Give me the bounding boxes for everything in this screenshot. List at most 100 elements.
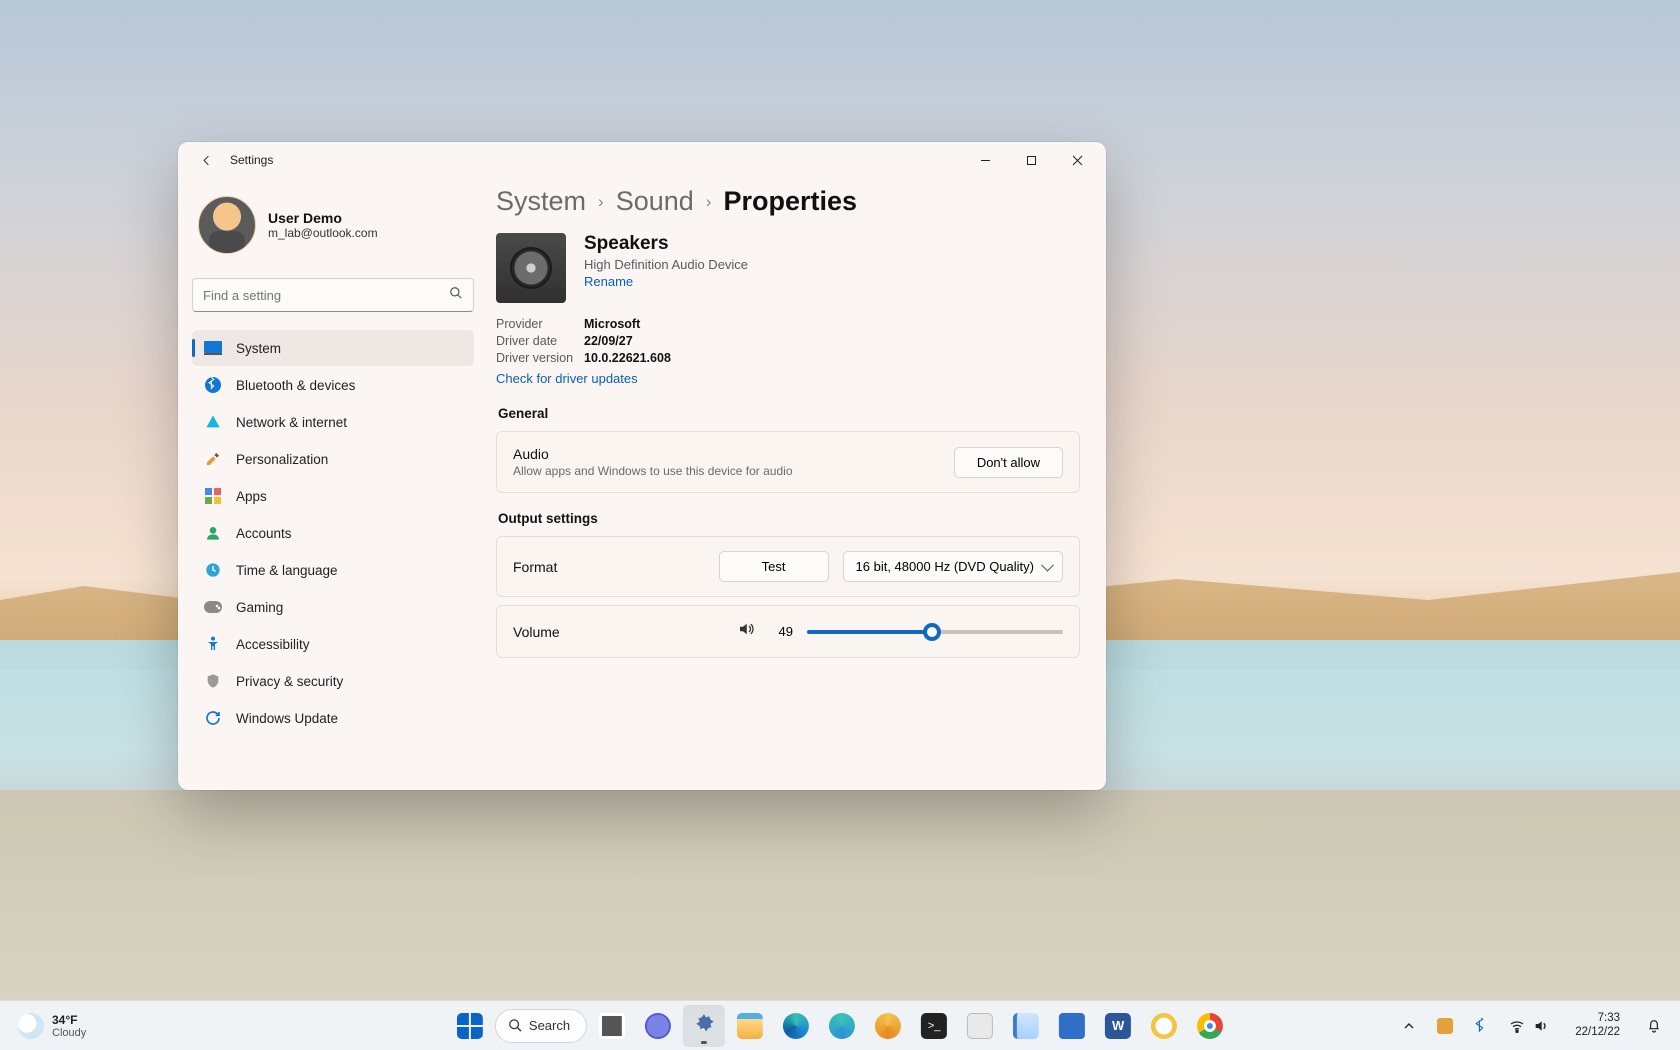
taskbar-search[interactable]: Search [495, 1009, 587, 1043]
chat-icon [645, 1013, 671, 1039]
close-icon [1072, 155, 1083, 166]
explorer-button[interactable] [729, 1005, 771, 1047]
settings-window: Settings User Demo m_lab@outlook.com [178, 142, 1106, 790]
breadcrumb-system[interactable]: System [496, 186, 586, 217]
nav-time[interactable]: Time & language [192, 552, 474, 588]
chat-button[interactable] [637, 1005, 679, 1047]
profile-name: User Demo [268, 210, 378, 226]
provider-label: Provider [496, 317, 584, 331]
maximize-button[interactable] [1008, 144, 1054, 176]
chevron-right-icon: › [598, 192, 604, 212]
format-value: 16 bit, 48000 Hz (DVD Quality) [856, 559, 1034, 574]
accessibility-icon [204, 635, 222, 653]
close-button[interactable] [1054, 144, 1100, 176]
system-tray: 7:33 22/12/22 [1393, 1006, 1670, 1046]
provider-value: Microsoft [584, 317, 1080, 331]
nav-accessibility[interactable]: Accessibility [192, 626, 474, 662]
notepad-button[interactable] [1005, 1005, 1047, 1047]
format-label: Format [513, 559, 705, 575]
volume-icon [1533, 1018, 1549, 1034]
driver-meta: Provider Microsoft Driver date 22/09/27 … [496, 317, 1080, 365]
driver-date-label: Driver date [496, 334, 584, 348]
system-icon [204, 339, 222, 357]
generic-app-icon [1059, 1013, 1085, 1039]
network-icon [204, 413, 222, 431]
maximize-icon [1026, 155, 1037, 166]
nav-personalization[interactable]: Personalization [192, 441, 474, 477]
format-card: Format Test 16 bit, 48000 Hz (DVD Qualit… [496, 536, 1080, 597]
test-button[interactable]: Test [719, 551, 829, 582]
device-header: Speakers High Definition Audio Device Re… [496, 233, 1080, 303]
weather-widget[interactable]: 34°F Cloudy [10, 1009, 94, 1043]
gear-icon [691, 1013, 717, 1039]
sidebar: User Demo m_lab@outlook.com System Bluet… [178, 178, 488, 790]
taskbar-center: Search >_ W [449, 1005, 1231, 1047]
device-subtitle: High Definition Audio Device [584, 257, 748, 272]
avatar [198, 196, 256, 254]
tray-app[interactable] [1429, 1006, 1461, 1046]
accounts-icon [204, 524, 222, 542]
weather-desc: Cloudy [52, 1027, 86, 1039]
nav-accounts[interactable]: Accounts [192, 515, 474, 551]
rename-link[interactable]: Rename [584, 274, 633, 289]
driver-version-label: Driver version [496, 351, 584, 365]
breadcrumb-sound[interactable]: Sound [616, 186, 694, 217]
tray-app-icon [1437, 1018, 1453, 1034]
search-box[interactable] [192, 278, 474, 312]
volume-icon[interactable] [737, 620, 755, 643]
word-button[interactable]: W [1097, 1005, 1139, 1047]
nav-bluetooth[interactable]: Bluetooth & devices [192, 367, 474, 403]
nav-update[interactable]: Windows Update [192, 700, 474, 736]
chevron-up-icon [1401, 1018, 1417, 1034]
edge-icon [783, 1013, 809, 1039]
tray-quick-settings[interactable] [1501, 1006, 1557, 1046]
titlebar: Settings [178, 142, 1106, 178]
search-input[interactable] [203, 288, 449, 303]
clock-button[interactable]: 7:33 22/12/22 [1561, 1006, 1634, 1046]
output-heading: Output settings [498, 511, 1080, 526]
nav-list: System Bluetooth & devices Network & int… [192, 330, 474, 736]
tray-bluetooth[interactable] [1465, 1006, 1497, 1046]
volume-slider[interactable] [807, 630, 1063, 634]
window-title: Settings [230, 153, 273, 167]
nav-privacy[interactable]: Privacy & security [192, 663, 474, 699]
check-updates-link[interactable]: Check for driver updates [496, 371, 638, 386]
update-icon [204, 709, 222, 727]
nav-apps[interactable]: Apps [192, 478, 474, 514]
nav-label: Bluetooth & devices [236, 378, 355, 393]
dont-allow-button[interactable]: Don't allow [954, 447, 1063, 478]
nav-network[interactable]: Network & internet [192, 404, 474, 440]
nav-label: Network & internet [236, 415, 347, 430]
chrome-button[interactable] [1189, 1005, 1231, 1047]
time-icon [204, 561, 222, 579]
nav-gaming[interactable]: Gaming [192, 589, 474, 625]
notifications-button[interactable] [1638, 1006, 1670, 1046]
minimize-button[interactable] [962, 144, 1008, 176]
settings-taskbar-button[interactable] [683, 1005, 725, 1047]
edge-canary-button[interactable] [867, 1005, 909, 1047]
nav-label: Personalization [236, 452, 328, 467]
edge-button[interactable] [775, 1005, 817, 1047]
format-select[interactable]: 16 bit, 48000 Hz (DVD Quality) [843, 551, 1063, 582]
terminal-button[interactable]: >_ [913, 1005, 955, 1047]
taskbar: 34°F Cloudy Search >_ W [0, 1000, 1680, 1050]
nav-system[interactable]: System [192, 330, 474, 366]
speaker-icon [496, 233, 566, 303]
gaming-icon [204, 598, 222, 616]
nav-label: Accounts [236, 526, 292, 541]
edge-canary-icon [875, 1013, 901, 1039]
start-button[interactable] [449, 1005, 491, 1047]
audio-card: Audio Allow apps and Windows to use this… [496, 431, 1080, 493]
personalization-icon [204, 450, 222, 468]
slider-thumb[interactable] [923, 623, 941, 641]
apps-icon [204, 487, 222, 505]
task-view-button[interactable] [591, 1005, 633, 1047]
tray-overflow[interactable] [1393, 1006, 1425, 1046]
app3-button[interactable] [1143, 1005, 1185, 1047]
app1-button[interactable] [959, 1005, 1001, 1047]
profile-block[interactable]: User Demo m_lab@outlook.com [192, 186, 474, 272]
app2-button[interactable] [1051, 1005, 1093, 1047]
edge-beta-button[interactable] [821, 1005, 863, 1047]
audio-title: Audio [513, 446, 940, 462]
back-button[interactable] [192, 146, 220, 174]
